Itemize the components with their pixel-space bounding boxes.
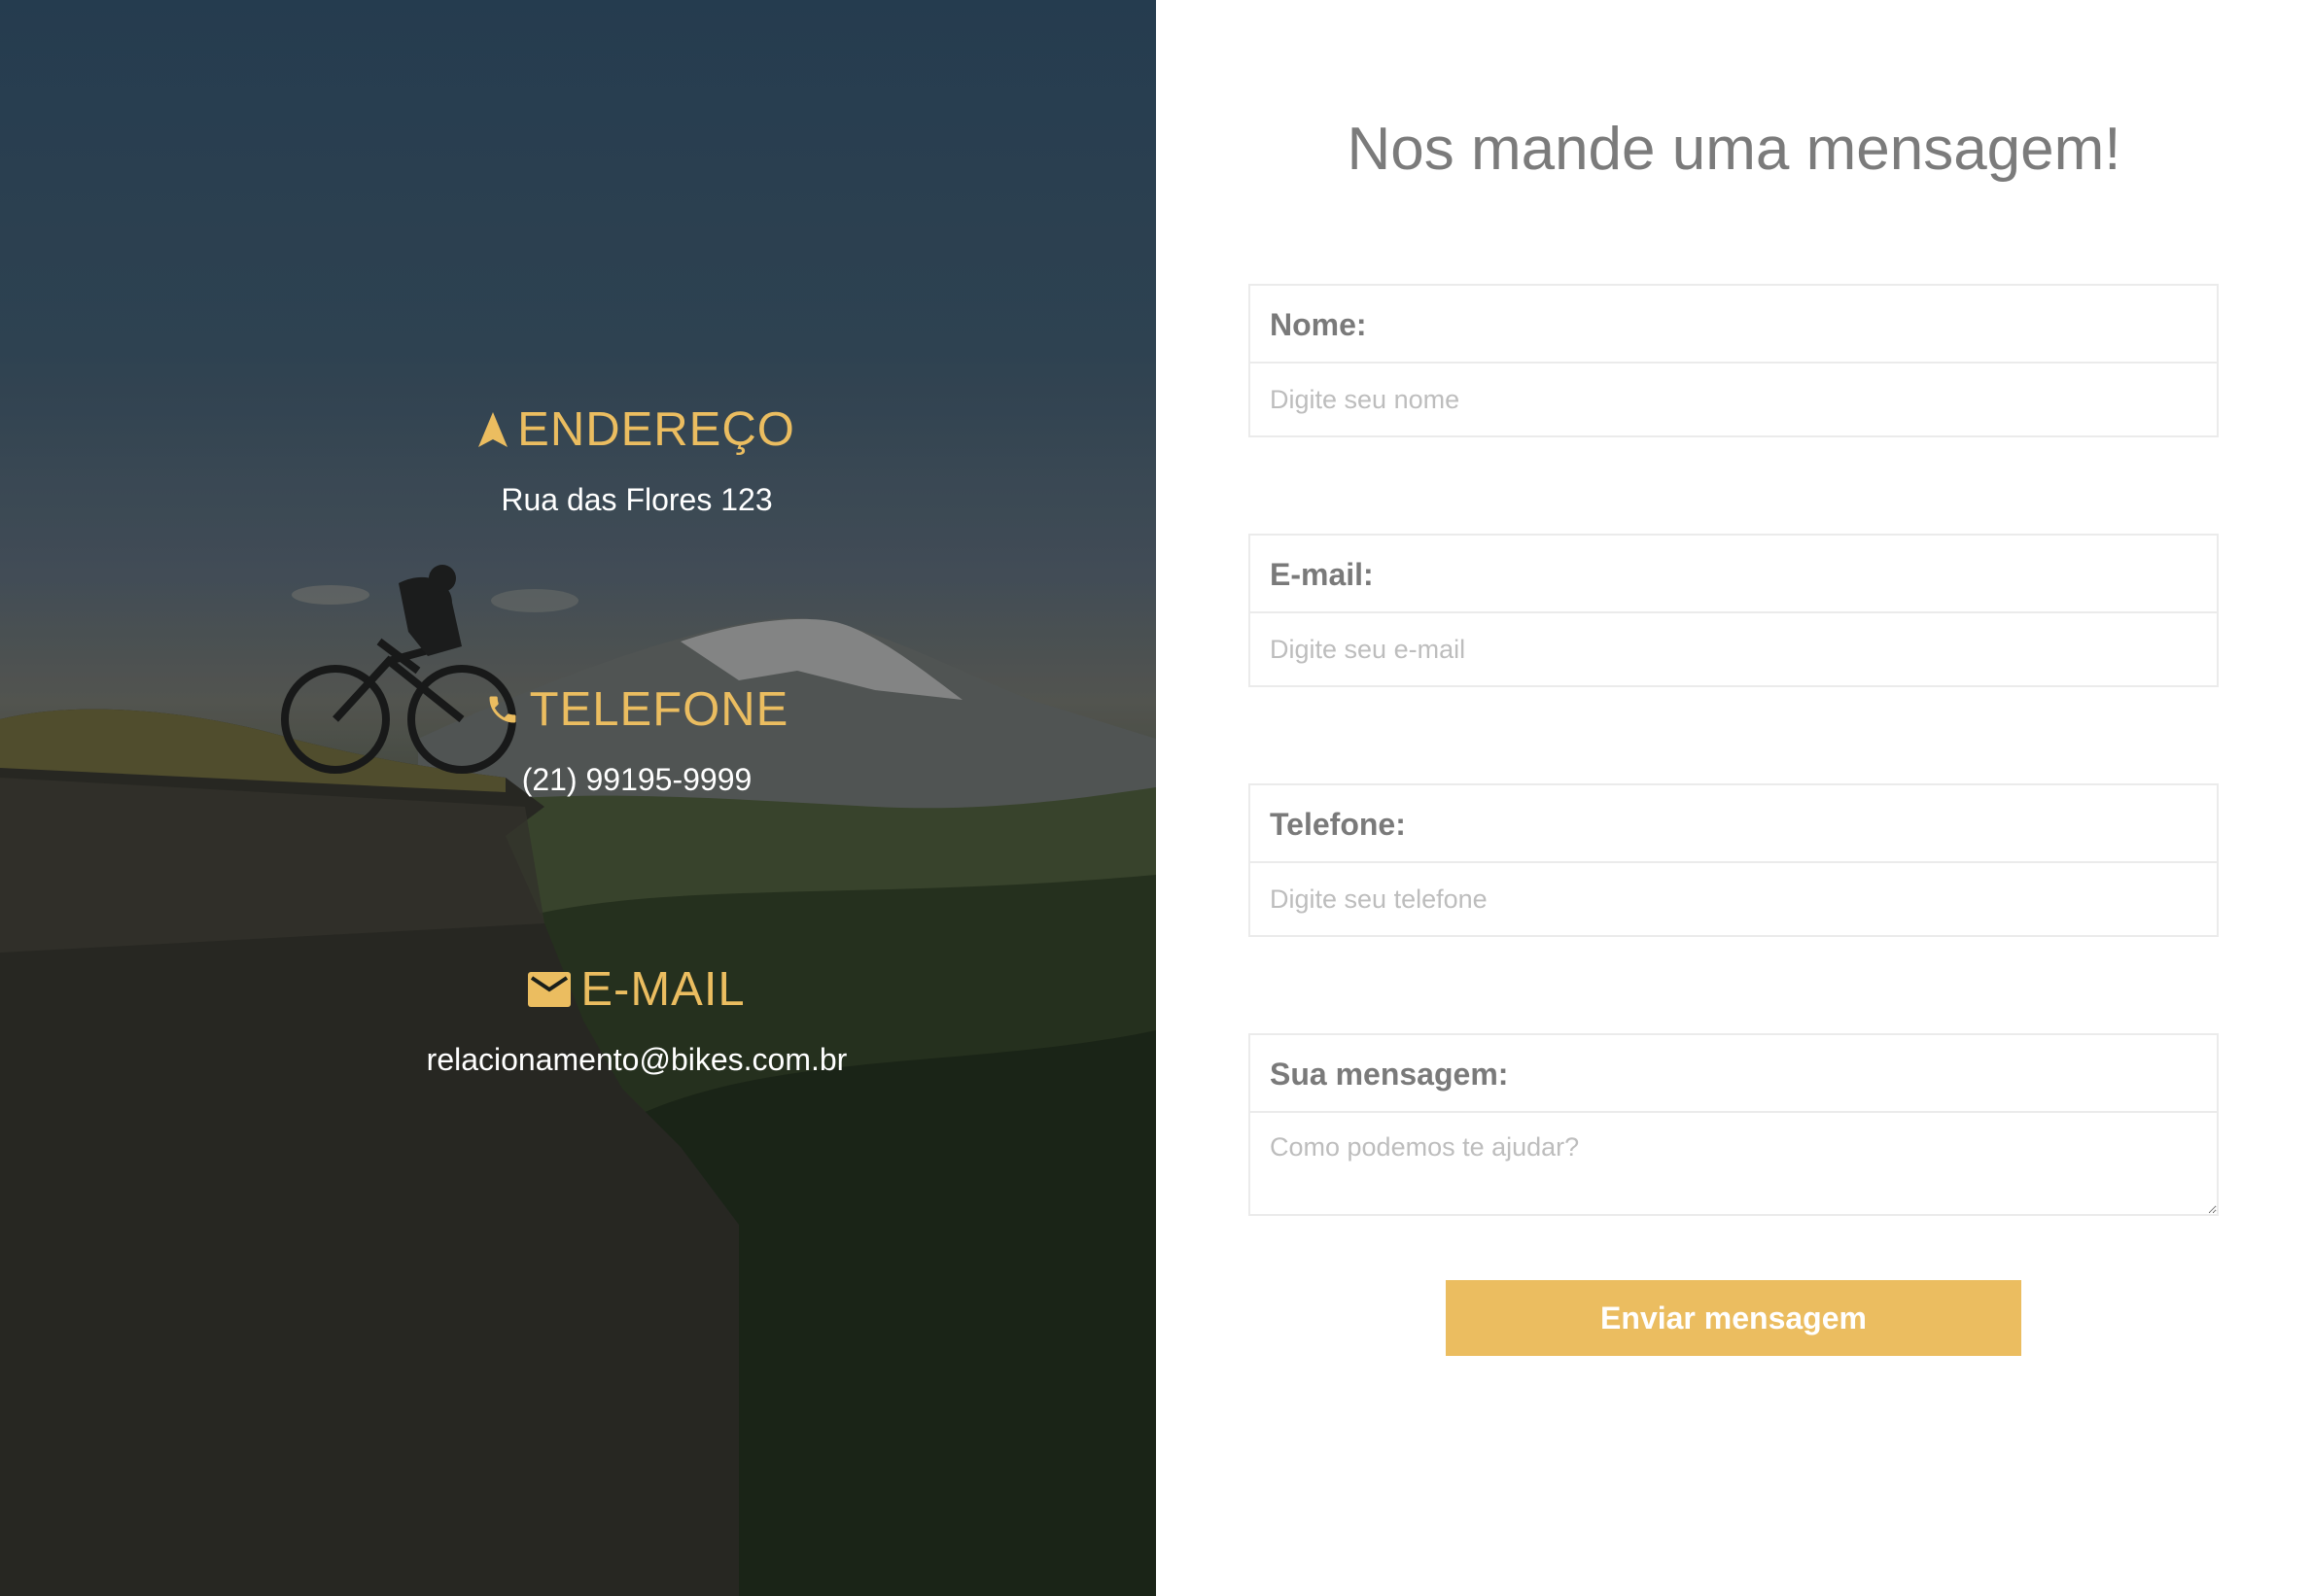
email-title-text: E-MAIL	[580, 963, 746, 1016]
form-heading: Nos mande uma mensagem!	[1347, 116, 2121, 183]
contact-info-panel: ENDEREÇO Rua das Flores 123 TELEFONE (21…	[0, 0, 1156, 1596]
phone-title: TELEFONE	[0, 680, 1156, 739]
navigation-arrow-icon	[478, 412, 508, 447]
phone-title-text: TELEFONE	[529, 683, 789, 736]
name-input[interactable]	[1250, 364, 2217, 435]
name-field: Nome:	[1248, 284, 2219, 437]
address-title: ENDEREÇO	[0, 400, 1156, 459]
phone-label: Telefone:	[1250, 785, 2217, 863]
phone-value: (21) 99195-9999	[521, 762, 753, 797]
address-block: ENDEREÇO Rua das Flores 123	[0, 400, 1156, 518]
message-field: Sua mensagem:	[1248, 1033, 2219, 1216]
phone-field: Telefone:	[1248, 783, 2219, 937]
envelope-icon	[528, 972, 572, 1007]
message-textarea[interactable]	[1250, 1113, 2217, 1214]
send-message-button[interactable]: Enviar mensagem	[1446, 1280, 2021, 1356]
email-title: E-MAIL	[0, 960, 1156, 1019]
email-block: E-MAIL relacionamento@bikes.com.br	[0, 960, 1156, 1078]
email-label: E-mail:	[1250, 536, 2217, 613]
email-input[interactable]	[1250, 613, 2217, 685]
name-label: Nome:	[1250, 286, 2217, 364]
contact-form-panel: Nos mande uma mensagem! Nome: E-mail: Te…	[1156, 0, 2312, 1596]
address-title-text: ENDEREÇO	[517, 403, 795, 456]
phone-icon	[489, 696, 516, 723]
address-value: Rua das Flores 123	[501, 482, 773, 517]
email-field: E-mail:	[1248, 534, 2219, 687]
message-label: Sua mensagem:	[1250, 1035, 2217, 1113]
phone-block: TELEFONE (21) 99195-9999	[0, 680, 1156, 798]
phone-input[interactable]	[1250, 863, 2217, 935]
background-overlay	[0, 0, 1156, 1596]
email-value: relacionamento@bikes.com.br	[426, 1042, 848, 1077]
